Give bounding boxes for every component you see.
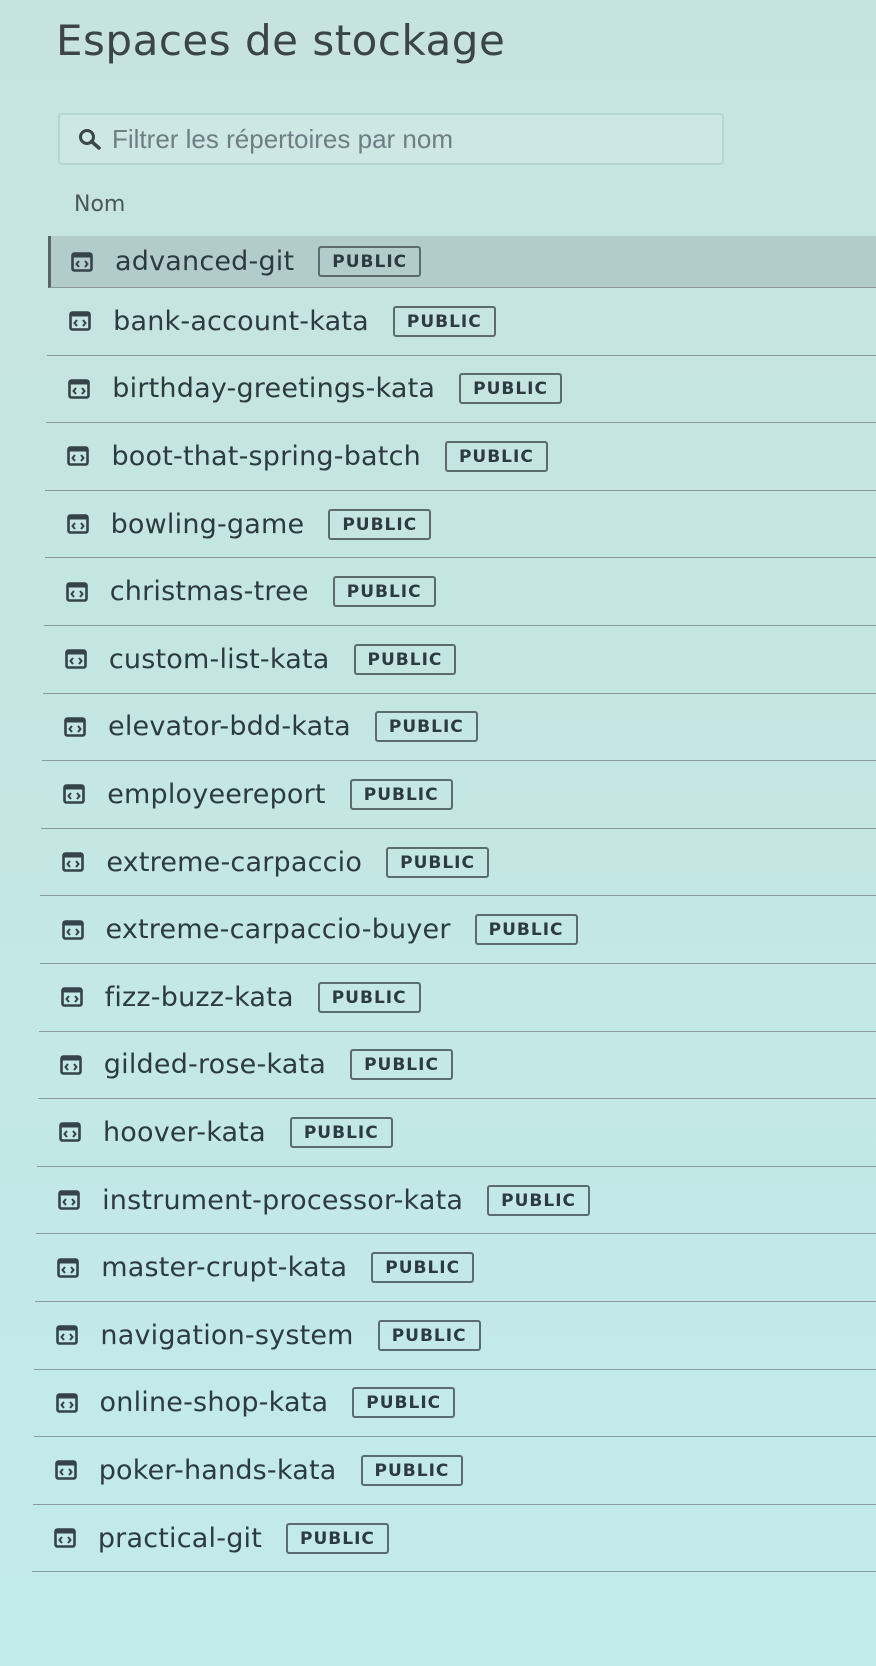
repository-name[interactable]: extreme-carpaccio-buyer [106, 914, 451, 945]
repository-row[interactable]: elevator-bdd-kata PUBLIC [42, 694, 876, 762]
repository-name[interactable]: christmas-tree [110, 576, 309, 607]
repository-row[interactable]: instrument-processor-kata PUBLIC [36, 1167, 876, 1235]
repository-row[interactable]: master-crupt-kata PUBLIC [35, 1234, 876, 1302]
visibility-badge: PUBLIC [459, 373, 562, 405]
repository-name[interactable]: fizz-buzz-kata [105, 982, 294, 1013]
repository-icon [65, 649, 87, 670]
repository-icon [58, 1190, 80, 1210]
repository-icon [66, 514, 89, 534]
repository-name[interactable]: instrument-processor-kata [102, 1185, 463, 1216]
visibility-badge: PUBLIC [352, 1387, 456, 1419]
visibility-badge: PUBLIC [328, 508, 432, 540]
repository-row[interactable]: poker-hands-kata PUBLIC [32, 1437, 876, 1505]
repository-row[interactable]: extreme-carpaccio-buyer PUBLIC [39, 896, 876, 964]
repository-icon [61, 919, 84, 940]
repository-icon [62, 852, 85, 872]
visibility-badge: PUBLIC [317, 981, 421, 1013]
repository-icon [55, 1393, 78, 1413]
repository-row[interactable]: birthday-greetings-kata PUBLIC [46, 356, 876, 424]
visibility-badge: PUBLIC [474, 914, 578, 946]
repository-name[interactable]: advanced-git [115, 246, 294, 277]
visibility-badge: PUBLIC [353, 643, 457, 675]
repository-row[interactable]: bank-account-kata PUBLIC [47, 288, 876, 356]
repository-name[interactable]: bank-account-kata [113, 306, 369, 337]
repository-icon [56, 1325, 79, 1346]
repository-row[interactable]: christmas-tree PUBLIC [43, 558, 876, 626]
repository-icon [60, 987, 83, 1008]
repository-icon [64, 717, 86, 737]
repository-icon [57, 1257, 80, 1278]
repository-icon [59, 1055, 82, 1075]
repository-name[interactable]: master-crupt-kata [101, 1252, 347, 1283]
repository-row[interactable]: custom-list-kata PUBLIC [42, 626, 876, 694]
visibility-badge: PUBLIC [487, 1184, 591, 1216]
repository-row[interactable]: navigation-system PUBLIC [34, 1302, 876, 1370]
repository-row[interactable]: bowling-game PUBLIC [44, 491, 876, 559]
repository-row[interactable]: gilded-rose-kata PUBLIC [37, 1032, 876, 1100]
search-input[interactable] [112, 123, 692, 155]
repository-icon [65, 581, 88, 602]
repository-row[interactable]: online-shop-kata PUBLIC [33, 1370, 876, 1438]
repository-name[interactable]: custom-list-kata [109, 644, 330, 675]
visibility-badge: PUBLIC [377, 1319, 481, 1351]
repository-row[interactable]: advanced-git PUBLIC [48, 236, 876, 288]
visibility-badge: PUBLIC [392, 305, 496, 337]
search-icon [79, 129, 101, 150]
repository-row[interactable]: employeereport PUBLIC [41, 761, 876, 829]
repository-icon [63, 784, 85, 805]
repository-icon [54, 1460, 77, 1481]
repository-name[interactable]: gilded-rose-kata [104, 1049, 326, 1080]
visibility-badge: PUBLIC [289, 1116, 393, 1148]
visibility-badge: PUBLIC [350, 1049, 453, 1081]
repository-row[interactable]: practical-git PUBLIC [31, 1505, 876, 1573]
repository-row[interactable]: hoover-kata PUBLIC [36, 1099, 876, 1167]
repository-icon [67, 446, 90, 467]
visibility-badge: PUBLIC [318, 246, 422, 277]
visibility-badge: PUBLIC [386, 846, 489, 878]
repository-row[interactable]: fizz-buzz-kata PUBLIC [38, 964, 876, 1032]
repository-row[interactable]: boot-that-spring-batch PUBLIC [45, 423, 876, 491]
repository-name[interactable]: elevator-bdd-kata [108, 711, 351, 742]
visibility-badge: PUBLIC [444, 440, 548, 472]
repository-icon [69, 311, 91, 332]
visibility-badge: PUBLIC [349, 778, 453, 810]
column-header-name[interactable]: Nom [74, 192, 125, 217]
repository-name[interactable]: online-shop-kata [100, 1387, 329, 1418]
visibility-badge: PUBLIC [332, 576, 436, 608]
repository-icon [68, 379, 91, 399]
visibility-badge: PUBLIC [286, 1522, 389, 1554]
repository-name[interactable]: practical-git [98, 1523, 262, 1554]
visibility-badge: PUBLIC [360, 1454, 464, 1486]
repository-name[interactable]: hoover-kata [103, 1117, 266, 1148]
repository-icon [71, 251, 93, 272]
repository-name[interactable]: navigation-system [100, 1320, 353, 1351]
repository-name[interactable]: poker-hands-kata [99, 1455, 337, 1486]
repository-row[interactable]: extreme-carpaccio PUBLIC [40, 829, 876, 897]
repository-icon [54, 1528, 76, 1548]
page-title: Espaces de stockage [56, 16, 506, 65]
search-field[interactable] [58, 113, 724, 165]
visibility-badge: PUBLIC [371, 1252, 475, 1284]
repository-name[interactable]: bowling-game [111, 509, 305, 540]
repository-name[interactable]: boot-that-spring-batch [111, 441, 421, 472]
repository-icon [59, 1122, 81, 1143]
visibility-badge: PUBLIC [374, 711, 478, 743]
repository-name[interactable]: employeereport [107, 779, 326, 810]
repository-name[interactable]: extreme-carpaccio [106, 847, 362, 878]
repository-name[interactable]: birthday-greetings-kata [112, 373, 435, 404]
